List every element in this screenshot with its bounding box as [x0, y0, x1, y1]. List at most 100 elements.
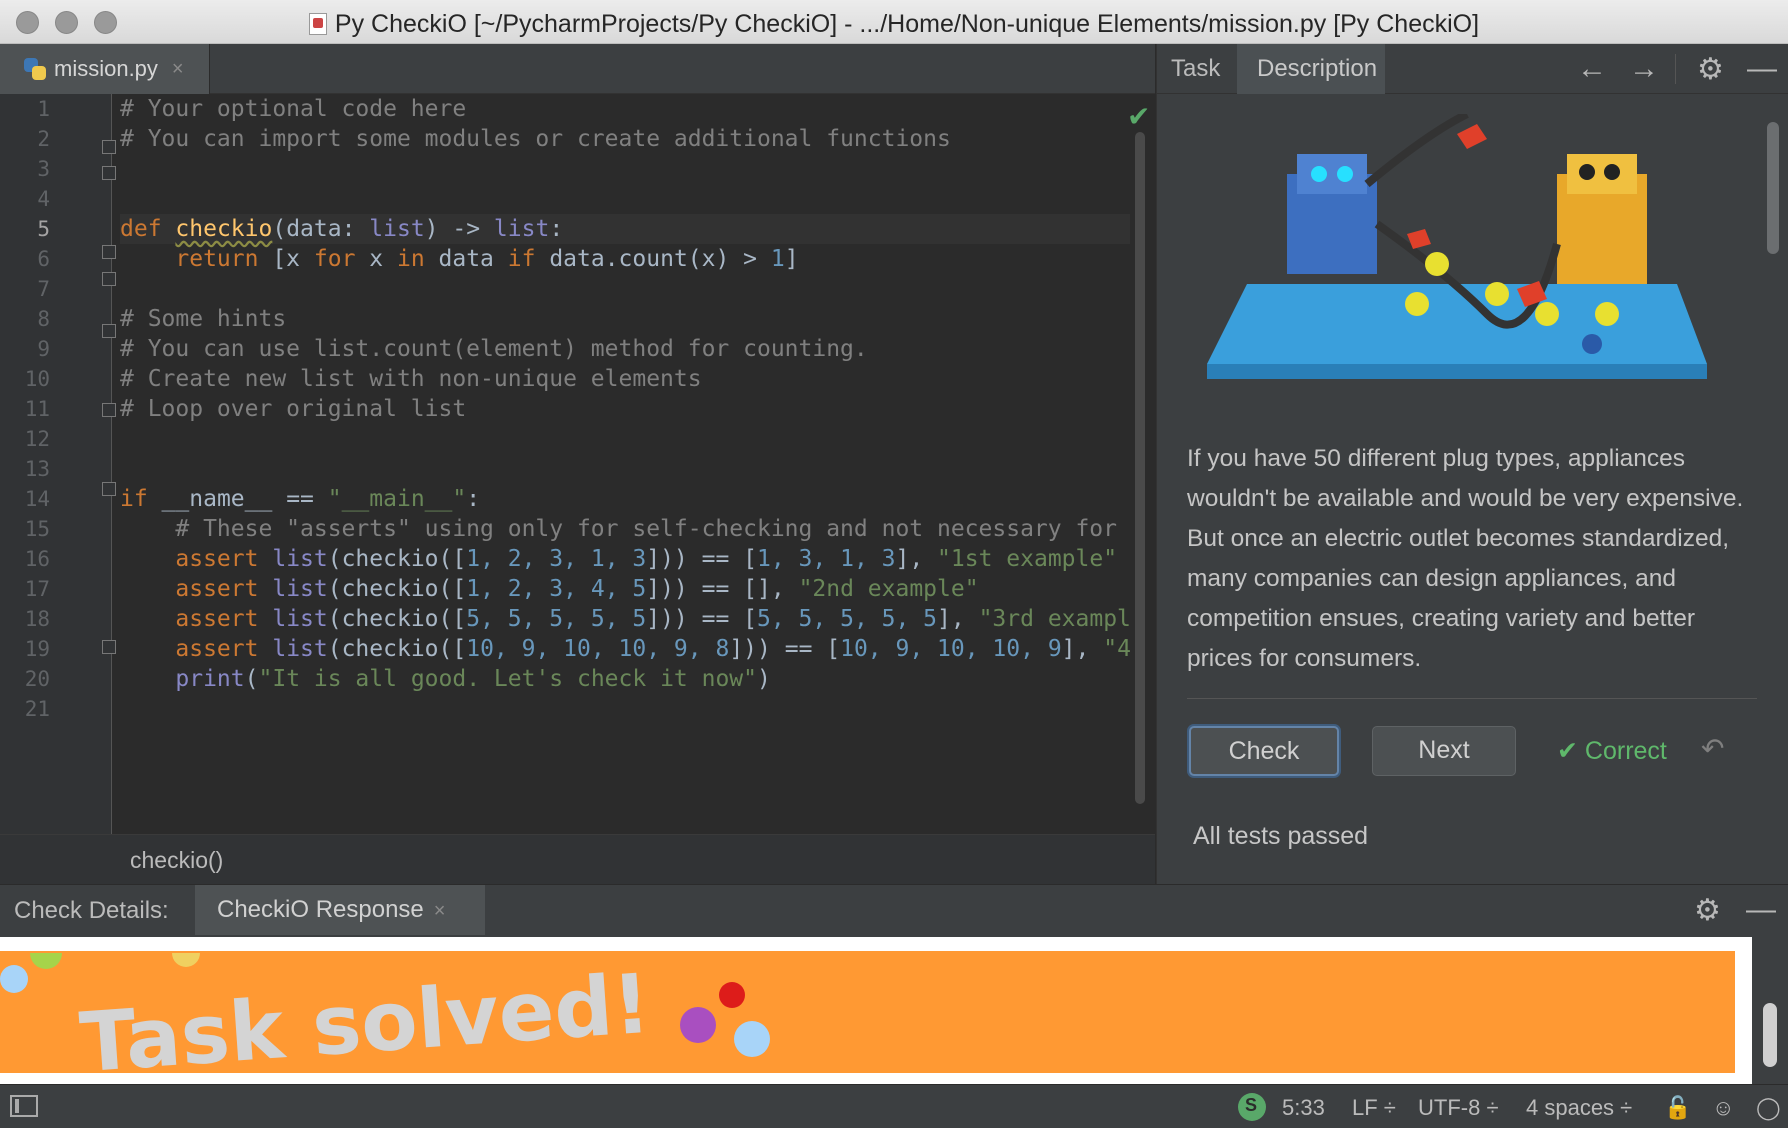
code-line-1: # Your optional code here	[120, 96, 467, 122]
minimize-icon[interactable]: —	[1747, 52, 1777, 86]
line-number: 18	[24, 607, 50, 631]
result-status: ✔ Correct	[1557, 737, 1667, 765]
tab-description[interactable]: Description	[1237, 44, 1385, 94]
status-bar: 5:33 LF ÷ UTF-8 ÷ 4 spaces ÷ 🔓 ☺ ◯	[0, 1084, 1788, 1128]
window-title: Py CheckiO [~/PycharmProjects/Py CheckiO…	[0, 10, 1788, 39]
code-line-8: # Some hints	[120, 306, 287, 332]
task-panel: Task Description ← → ⚙ — If you have 50 …	[1156, 44, 1788, 884]
breadcrumb-bar: checkio()	[0, 834, 1155, 884]
tool-windows-icon[interactable]	[10, 1095, 38, 1117]
code-line-2: # You can import some modules or create …	[120, 126, 951, 152]
check-details-panel: Check Details: CheckiO Response × ⚙ — Tas…	[0, 884, 1788, 1085]
line-number: 15	[24, 517, 50, 541]
fold-marker[interactable]	[102, 245, 116, 259]
divider	[1187, 698, 1757, 699]
indent-setting[interactable]: 4 spaces ÷	[1526, 1095, 1632, 1121]
next-button[interactable]: Next	[1372, 726, 1516, 776]
fold-marker[interactable]	[102, 403, 116, 417]
fold-marker[interactable]	[102, 324, 116, 338]
editor-tab-label: mission.py	[54, 56, 158, 81]
fold-marker[interactable]	[102, 272, 116, 286]
code-line-9: # You can use list.count(element) method…	[120, 336, 868, 362]
code-editor[interactable]: # Your optional code here # You can impo…	[120, 94, 1130, 724]
inspector-icon[interactable]: ☺	[1712, 1095, 1734, 1121]
fold-marker[interactable]	[102, 482, 116, 496]
task-solved-graphic: Task solved!	[0, 953, 770, 1085]
test-status-message: All tests passed	[1193, 822, 1369, 850]
line-number: 11	[24, 397, 50, 421]
editor-scrollbar[interactable]	[1135, 132, 1145, 804]
code-line-20: print("It is all good. Let's check it no…	[175, 666, 771, 692]
file-encoding[interactable]: UTF-8 ÷	[1418, 1095, 1499, 1121]
line-number: 6	[37, 247, 50, 271]
check-details-label: Check Details:	[14, 897, 169, 924]
python-file-icon	[22, 56, 48, 82]
line-separator[interactable]: LF ÷	[1352, 1095, 1396, 1121]
code-line-16: assert list(checkio([1, 2, 3, 1, 3])) ==…	[175, 546, 1118, 572]
gear-icon[interactable]: ⚙	[1697, 52, 1724, 87]
back-arrow-icon[interactable]: ←	[1577, 52, 1607, 86]
robots-illustration	[1207, 114, 1707, 379]
editor-area: mission.py × 1 2 3 4 5 6 7 8 9 10 11 12 13 14 15 16 17 18…	[0, 44, 1155, 884]
breadcrumb[interactable]: checkio()	[130, 847, 223, 874]
editor-tab-bar: mission.py ×	[0, 44, 1155, 94]
check-button[interactable]: Check	[1189, 726, 1339, 776]
tab-checkio-response[interactable]: CheckiO Response ×	[195, 885, 485, 935]
minimize-icon[interactable]: —	[1746, 893, 1776, 927]
gear-icon[interactable]: ⚙	[1694, 893, 1721, 928]
task-solved-banner: Task solved!	[0, 951, 1735, 1085]
line-number: 8	[37, 307, 50, 331]
line-number: 3	[37, 157, 50, 181]
line-number: 7	[37, 277, 50, 301]
project-file-icon	[308, 13, 327, 35]
checkmark-icon: ✔	[1557, 737, 1578, 765]
forward-arrow-icon[interactable]: →	[1629, 52, 1659, 86]
window-titlebar: Py CheckiO [~/PycharmProjects/Py CheckiO…	[0, 0, 1788, 44]
response-scrollbar[interactable]	[1763, 1003, 1777, 1067]
sync-status-icon[interactable]	[1238, 1093, 1266, 1121]
code-line-14: if __name__ == "__main__":	[120, 486, 481, 512]
close-tab-icon[interactable]: ×	[434, 900, 446, 922]
fold-marker[interactable]	[102, 166, 116, 180]
code-line-5: def checkio(data: list) -> list:	[120, 214, 1130, 244]
close-tab-icon[interactable]: ×	[172, 58, 184, 81]
checkio-response-view: Task solved!	[0, 937, 1752, 1085]
line-number: 19	[24, 637, 50, 661]
line-number: 10	[24, 367, 50, 391]
header-divider	[1675, 54, 1676, 84]
notifications-icon[interactable]: ◯	[1756, 1095, 1781, 1121]
fold-marker[interactable]	[102, 140, 116, 154]
editor-tab-mission-py[interactable]: mission.py ×	[0, 44, 210, 94]
line-number: 21	[24, 697, 50, 721]
check-details-header: Check Details: CheckiO Response × ⚙ —	[0, 885, 1788, 935]
line-number: 2	[37, 127, 50, 151]
cursor-position[interactable]: 5:33	[1282, 1095, 1325, 1121]
code-line-6: return [x for x in data if data.count(x)…	[175, 246, 799, 272]
line-number: 16	[24, 547, 50, 571]
line-number: 9	[37, 337, 50, 361]
code-line-11: # Loop over original list	[120, 396, 467, 422]
line-number: 4	[37, 187, 50, 211]
line-number: 12	[24, 427, 50, 451]
line-number: 5	[37, 217, 50, 241]
tab-task[interactable]: Task	[1157, 44, 1234, 94]
line-number: 20	[24, 667, 50, 691]
lock-icon[interactable]: 🔓	[1664, 1095, 1691, 1121]
description-scrollbar[interactable]	[1767, 122, 1779, 254]
line-number: 1	[37, 97, 50, 121]
code-line-10: # Create new list with non-unique elemen…	[120, 366, 702, 392]
task-panel-header: Task Description ← → ⚙ —	[1157, 44, 1788, 94]
line-number: 17	[24, 577, 50, 601]
code-line-17: assert list(checkio([1, 2, 3, 4, 5])) ==…	[175, 576, 979, 602]
inspection-ok-icon: ✔	[1127, 101, 1151, 132]
fold-marker[interactable]	[102, 640, 116, 654]
task-solved-text: Task solved!	[77, 957, 653, 1073]
code-line-19: assert list(checkio([10, 9, 10, 10, 9, 8…	[175, 636, 1130, 662]
undo-icon[interactable]: ↶	[1701, 732, 1724, 765]
code-line-15: # These "asserts" using only for self-ch…	[175, 516, 1117, 542]
